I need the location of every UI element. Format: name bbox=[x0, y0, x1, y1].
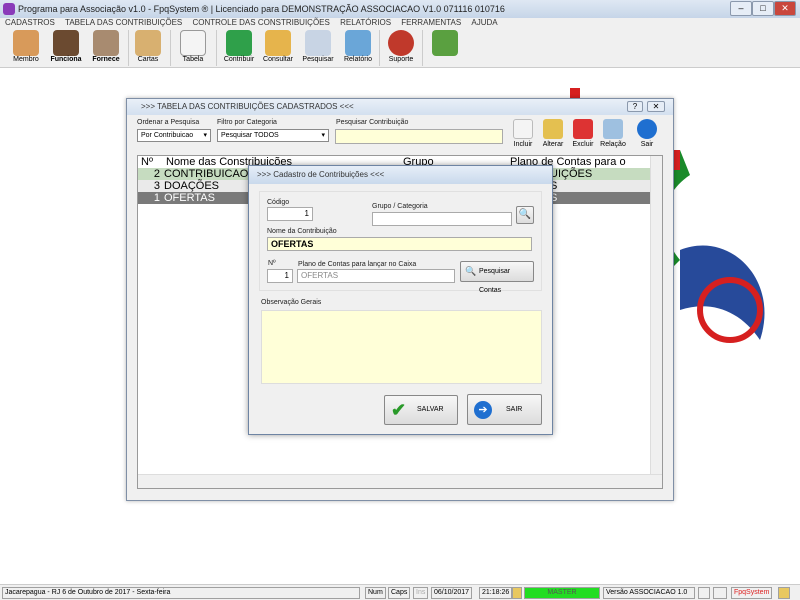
add-icon bbox=[513, 119, 533, 139]
edit-icon bbox=[543, 119, 563, 139]
supplier-icon bbox=[93, 30, 119, 56]
filter-select[interactable]: Pesquisar TODOS bbox=[217, 129, 329, 142]
printer-icon bbox=[345, 30, 371, 56]
incluir-button[interactable]: Incluir bbox=[509, 119, 537, 148]
status-ins: Ins bbox=[413, 587, 429, 599]
filter-label: Filtro por Categoria bbox=[217, 119, 277, 126]
arrow-right-icon: ➔ bbox=[474, 401, 492, 419]
close-button[interactable]: ✕ bbox=[774, 1, 796, 16]
menu-controle[interactable]: CONTROLE DAS CONSTRIBUIÇÕES bbox=[192, 18, 329, 27]
menu-relatorios[interactable]: RELATÓRIOS bbox=[340, 18, 391, 27]
search-label: Pesquisar Contribuição bbox=[336, 119, 409, 126]
n-label: Nº bbox=[268, 260, 276, 267]
toolbar-cartas[interactable]: Cartas bbox=[130, 28, 166, 68]
status-num: Num bbox=[365, 587, 386, 599]
search-icon: 🔍 bbox=[465, 266, 477, 276]
help-button[interactable]: ? bbox=[627, 101, 643, 112]
obs-textarea[interactable] bbox=[261, 310, 542, 384]
dollar-icon bbox=[226, 30, 252, 56]
members-icon bbox=[13, 30, 39, 56]
employees-icon bbox=[53, 30, 79, 56]
relacao-button[interactable]: Relação bbox=[599, 119, 627, 148]
table-window-close-button[interactable]: ✕ bbox=[647, 101, 665, 112]
status-time: 21:18:26 bbox=[479, 587, 513, 599]
order-label: Ordenar a Pesquisa bbox=[137, 119, 200, 126]
arrow-right-icon bbox=[637, 119, 657, 139]
nome-label: Nome da Contribuição bbox=[267, 228, 337, 235]
title-bar: Programa para Associação v1.0 - FpqSyste… bbox=[0, 0, 800, 18]
excluir-button[interactable]: Excluir bbox=[569, 119, 597, 148]
letters-icon bbox=[135, 30, 161, 56]
window-title: Programa para Associação v1.0 - FpqSyste… bbox=[18, 4, 505, 14]
modal-title: >>> Cadastro de Contribuições <<< bbox=[249, 166, 552, 184]
toolbar-tabela[interactable]: Tabela bbox=[174, 28, 212, 68]
n-input[interactable]: 1 bbox=[267, 269, 293, 283]
toolbar-suporte[interactable]: Suporte bbox=[382, 28, 420, 68]
app-icon bbox=[3, 3, 15, 15]
status-brand: FpqSystem bbox=[731, 587, 773, 599]
toolbar-contribuir[interactable]: Contribuir bbox=[220, 28, 258, 68]
nome-input[interactable]: OFERTAS bbox=[267, 237, 532, 251]
menu-ferramentas[interactable]: FERRAMENTAS bbox=[401, 18, 461, 27]
magnifier-icon: 🔍 bbox=[518, 209, 532, 220]
plano-input[interactable]: OFERTAS bbox=[297, 269, 455, 283]
vertical-scrollbar[interactable] bbox=[650, 156, 662, 474]
toolbar-relatorio[interactable]: Relatório bbox=[338, 28, 378, 68]
cadastro-modal: >>> Cadastro de Contribuições <<< Código… bbox=[248, 165, 553, 435]
user-icon bbox=[512, 587, 522, 599]
toolbar-funciona[interactable]: Funciona bbox=[46, 28, 86, 68]
status-user: MASTER bbox=[524, 587, 600, 599]
toolbar-pesquisar[interactable]: Pesquisar bbox=[298, 28, 338, 68]
menu-ajuda[interactable]: AJUDA bbox=[471, 18, 497, 27]
table-window-title: >>> TABELA DAS CONTRIBUIÇÕES CADASTRADOS… bbox=[127, 99, 673, 115]
delete-icon bbox=[573, 119, 593, 139]
plano-label: Plano de Contas para lançar no Caixa bbox=[298, 261, 417, 268]
search-input[interactable] bbox=[335, 129, 503, 144]
codigo-label: Código bbox=[267, 199, 290, 206]
folder-icon bbox=[265, 30, 291, 56]
toolbar-exit[interactable] bbox=[426, 28, 464, 68]
modal-sair-button[interactable]: ➔ SAIR bbox=[467, 394, 542, 425]
menu-cadastros[interactable]: CADASTROS bbox=[5, 18, 55, 27]
status-bar: Jacarepagua - RJ 6 de Outubro de 2017 - … bbox=[0, 584, 800, 600]
toolbar-membro[interactable]: Membro bbox=[6, 28, 46, 68]
menu-tabela[interactable]: TABELA DAS CONTRIBUIÇÕES bbox=[65, 18, 182, 27]
order-select[interactable]: Por Contribuicao bbox=[137, 129, 211, 142]
grupo-label: Grupo / Categoria bbox=[372, 203, 428, 210]
horizontal-scrollbar[interactable] bbox=[138, 474, 662, 488]
network-icon bbox=[713, 587, 727, 599]
support-icon bbox=[388, 30, 414, 56]
minimize-button[interactable]: – bbox=[730, 1, 752, 16]
check-icon: ✔ bbox=[391, 400, 407, 420]
report-icon bbox=[603, 119, 623, 139]
pesquisar-contas-button[interactable]: 🔍 Pesquisar Contas bbox=[460, 261, 534, 294]
status-version: Versão ASSOCIACAO 1.0 bbox=[603, 587, 695, 599]
search-doc-icon bbox=[305, 30, 331, 56]
toolbar: Membro Funciona Fornece Cartas Tabela Co… bbox=[0, 28, 800, 68]
status-caps: Caps bbox=[388, 587, 411, 599]
toolbar-consultar[interactable]: Consultar bbox=[258, 28, 298, 68]
table-icon bbox=[180, 30, 206, 56]
status-date: 06/10/2017 bbox=[431, 587, 473, 599]
menu-bar: CADASTROS TABELA DAS CONTRIBUIÇÕES CONTR… bbox=[0, 18, 800, 28]
obs-label: Observação Gerais bbox=[261, 299, 322, 306]
status-location: Jacarepagua - RJ 6 de Outubro de 2017 - … bbox=[2, 587, 360, 599]
status-icon bbox=[778, 587, 790, 599]
sair-button[interactable]: Sair bbox=[633, 119, 661, 148]
grupo-input[interactable] bbox=[372, 212, 512, 226]
printer-icon bbox=[698, 587, 710, 599]
exit-icon bbox=[432, 30, 458, 56]
codigo-input[interactable]: 1 bbox=[267, 207, 313, 221]
maximize-button[interactable]: □ bbox=[752, 1, 774, 16]
col-n[interactable]: Nº bbox=[141, 156, 153, 168]
toolbar-fornece[interactable]: Fornece bbox=[86, 28, 126, 68]
alterar-button[interactable]: Alterar bbox=[539, 119, 567, 148]
salvar-button[interactable]: ✔ SALVAR bbox=[384, 395, 458, 425]
grupo-search-button[interactable]: 🔍 bbox=[516, 206, 534, 224]
